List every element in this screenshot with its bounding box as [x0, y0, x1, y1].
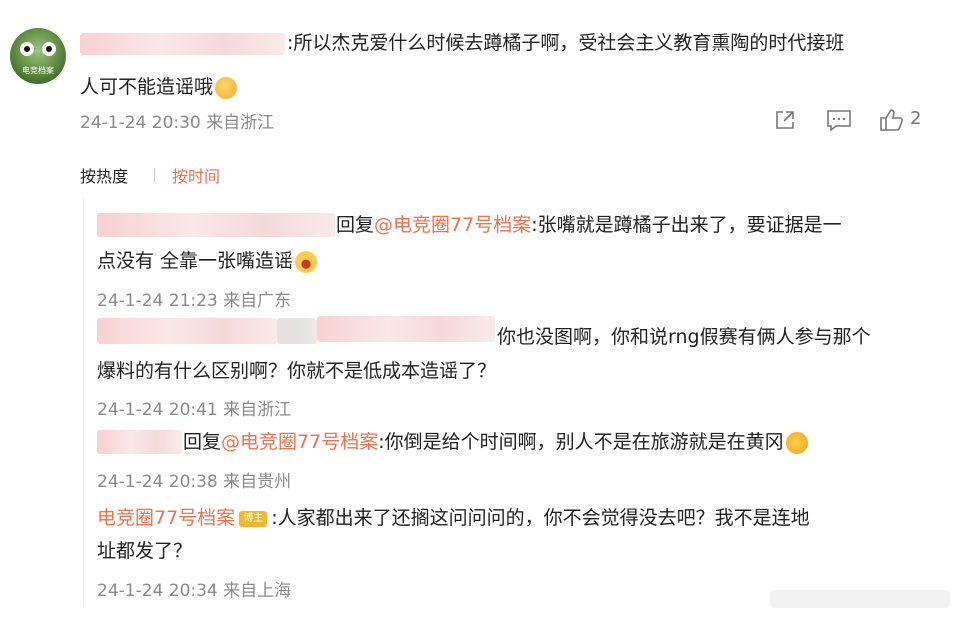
like-count: 2: [910, 108, 922, 129]
avatar-caption: 电竞档案: [22, 66, 54, 75]
comment-text-line1: :所以杰克爱什么时候去蹲橘子啊，受社会主义教育熏陶的时代接班: [287, 32, 845, 54]
reply-4-meta: 24-1-24 20:34 来自上海: [97, 581, 292, 601]
blurred-username: [97, 430, 182, 454]
reply-3-line1: 回复@电竞圈77号档案:你倒是给个时间啊，别人不是在旅游就是在黄冈: [183, 427, 808, 457]
reply-2-line2: 爆料的有什么区别啊？你就不是低成本造谣了？: [97, 360, 497, 382]
comment-text-line2: 人可不能造谣哦: [80, 72, 238, 102]
comment-icon[interactable]: [826, 108, 852, 132]
reply-2-meta: 24-1-24 20:41 来自浙江: [97, 400, 292, 420]
sort-divider: [154, 168, 155, 182]
blurred-username: [97, 318, 277, 344]
like-icon[interactable]: [878, 107, 904, 133]
mention-link[interactable]: @电竞圈77号档案: [221, 431, 378, 453]
frog-eye-right: [42, 42, 56, 56]
reply-4-line1: 电竞圈77号档案 博主:人家都出来了还搁这问问问的，你不会觉得没去吧？我不是连地: [97, 507, 810, 529]
blurred-username: [97, 213, 335, 237]
comment-location: 来自浙江: [206, 113, 275, 133]
reply-1-meta: 24-1-24 21:23 来自广东: [97, 291, 292, 311]
avatar[interactable]: 电竞档案: [10, 28, 66, 84]
blogger-badge: 博主: [239, 510, 268, 527]
blurred-username: [317, 316, 495, 342]
reply-2-line1: 你也没图啊，你和说rng假赛有俩人参与那个: [497, 326, 871, 348]
sort-by-hot[interactable]: 按热度: [80, 163, 128, 187]
share-icon[interactable]: [773, 108, 797, 132]
sort-by-time[interactable]: 按时间: [172, 163, 220, 187]
sweat-laugh-emoji-icon: [785, 431, 808, 454]
laughing-emoji-icon: [295, 250, 318, 273]
frog-eye-left: [20, 42, 34, 56]
horizontal-scrollbar[interactable]: [770, 590, 950, 608]
reply-1-line2: 点没有 全靠一张嘴造谣: [97, 246, 318, 276]
author-link[interactable]: 电竞圈77号档案: [97, 507, 235, 529]
facepalm-emoji-icon: [215, 76, 238, 99]
reply-3-meta: 24-1-24 20:38 来自贵州: [97, 472, 292, 492]
blurred-username: [80, 33, 285, 55]
reply-4-line2: 址都发了？: [97, 540, 193, 562]
comment-timestamp: 24-1-24 20:30: [80, 113, 201, 133]
mention-link[interactable]: @电竞圈77号档案: [374, 214, 531, 236]
reply-1-line1: 回复@电竞圈77号档案:张嘴就是蹲橘子出来了，要证据是一: [336, 214, 842, 236]
comment-meta: 24-1-24 20:30 来自浙江: [80, 108, 274, 133]
blurred-username: [277, 318, 317, 344]
